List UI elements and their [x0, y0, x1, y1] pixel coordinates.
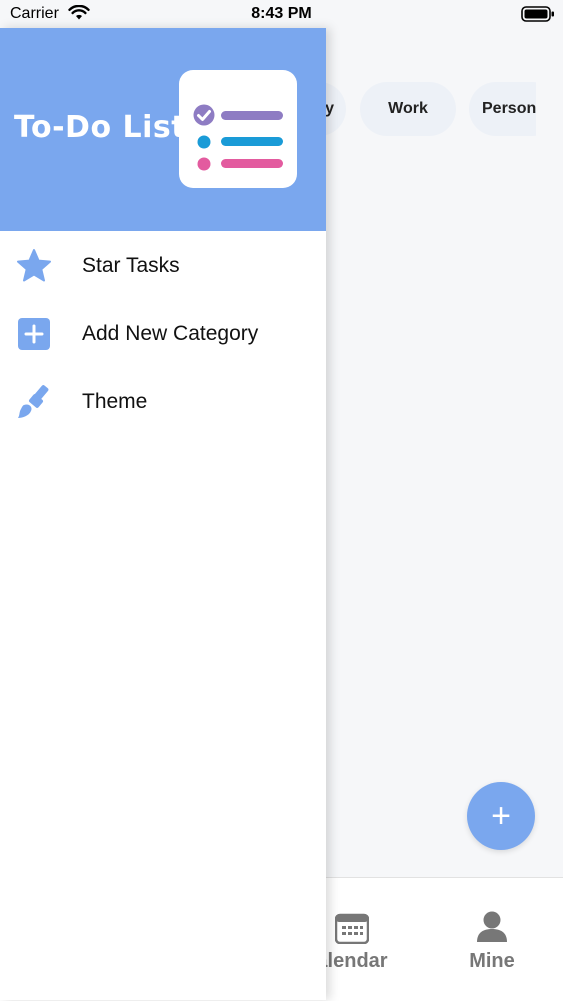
menu-item-add-new-category[interactable]: Add New Category [0, 304, 326, 364]
category-chip-label: Work [388, 100, 428, 117]
plus-icon: + [491, 796, 511, 835]
menu-item-theme[interactable]: Theme [0, 372, 326, 432]
tab-mine-label: Mine [469, 950, 515, 972]
status-time: 8:43 PM [251, 5, 312, 22]
category-chip-label: Person [482, 100, 537, 117]
menu-item-label: Star Tasks [82, 254, 180, 277]
calendar-icon [335, 913, 369, 944]
person-icon [477, 911, 507, 942]
battery-icon [521, 6, 555, 27]
add-task-button[interactable]: + [467, 782, 535, 850]
menu-item-label: Add New Category [82, 322, 259, 345]
todo-list-logo [179, 70, 297, 188]
menu-item-label: Theme [82, 390, 148, 413]
add-box-icon [18, 318, 50, 350]
drawer-header: To-Do List [0, 28, 326, 231]
menu-item-star-tasks[interactable]: Star Tasks [0, 236, 326, 296]
category-chip-work[interactable]: Work [360, 82, 456, 136]
paint-brush-icon [18, 385, 49, 418]
drawer-title: To-Do List [14, 110, 187, 145]
category-chip-label: y [325, 100, 334, 117]
status-bar: Carrier 8:43 PM [0, 0, 563, 28]
star-icon [17, 249, 51, 282]
side-drawer: To-Do List Star Tasks Add New Category T… [0, 28, 326, 1000]
tab-mine[interactable]: Mine [432, 878, 552, 978]
chip-scroll-edge [536, 60, 563, 160]
